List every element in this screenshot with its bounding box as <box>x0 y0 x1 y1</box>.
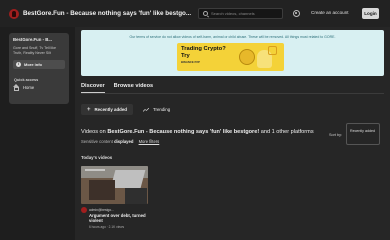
lock-icon <box>268 46 277 55</box>
sidebar-item-home[interactable]: Home <box>13 83 35 91</box>
tab-browse-videos[interactable]: Browse videos <box>114 83 153 93</box>
video-title[interactable]: Argument over debt, turned violent <box>89 213 148 223</box>
sort-select[interactable]: Recently added <box>346 123 380 145</box>
trending-icon <box>143 107 149 112</box>
more-filters-link[interactable]: More filters <box>139 139 160 144</box>
channel-card-description: Gore and Snuff, Tv Tell like Truth, Real… <box>13 46 56 55</box>
avatar[interactable] <box>81 207 87 213</box>
search-box[interactable] <box>198 8 283 19</box>
top-header: BestGore.Fun - Because nothing says 'fun… <box>0 0 390 27</box>
coin-icon <box>239 49 255 65</box>
notice-banner: Our terms of service do not allow videos… <box>81 30 384 76</box>
plus-icon: + <box>87 106 91 113</box>
sidebar: BestGore.Fun - B... Gore and Snuff, Tv T… <box>0 27 75 240</box>
today-section-title: Today's videos <box>81 155 113 160</box>
more-info-button[interactable]: i More info <box>13 60 65 69</box>
video-channel-name[interactable]: admin@bestgo... <box>89 208 148 212</box>
video-stats: 6 hours ago · 2.1K views <box>89 225 125 229</box>
channel-logo-icon[interactable] <box>9 8 19 19</box>
video-thumbnail[interactable] <box>81 166 148 204</box>
banner-notice: Our terms of service do not allow videos… <box>129 35 336 39</box>
quick-access-heading: Quick access <box>14 78 39 82</box>
sensitive-content-status: Sensitive content displayed More filters <box>81 139 160 144</box>
ad-brand: BINANCE P2P <box>181 60 200 64</box>
video-card[interactable]: admin@bestgo... Argument over debt, turn… <box>81 166 148 229</box>
advertisement[interactable]: Trading Crypto? Try BINANCE P2P <box>177 43 284 71</box>
videos-heading: Videos on BestGore.Fun - Because nothing… <box>81 129 314 135</box>
tab-divider <box>81 93 384 94</box>
main-content: Our terms of service do not allow videos… <box>75 27 390 240</box>
channel-title[interactable]: BestGore.Fun - Because nothing says 'fun… <box>23 10 191 17</box>
ad-title: Trading Crypto? Try <box>181 46 226 59</box>
login-button[interactable]: Login <box>362 8 379 19</box>
trending-label: Trending <box>153 107 171 112</box>
more-info-label: More info <box>24 62 42 67</box>
channel-card-title: BestGore.Fun - B... <box>13 37 52 42</box>
recently-added-label: Recently added <box>94 107 127 112</box>
search-input[interactable] <box>211 11 281 16</box>
sort-label: Sort by: <box>329 133 343 137</box>
channel-card: BestGore.Fun - B... Gore and Snuff, Tv T… <box>9 33 69 104</box>
gear-icon[interactable] <box>293 10 300 17</box>
info-icon: i <box>16 62 21 67</box>
video-meta: admin@bestgo... Argument over debt, turn… <box>81 207 148 229</box>
home-icon <box>13 83 19 91</box>
search-icon[interactable] <box>203 11 208 16</box>
create-account-link[interactable]: Create an account <box>311 10 349 15</box>
heading-channel-link[interactable]: BestGore.Fun - Because nothing says 'fun… <box>107 129 259 135</box>
tab-discover[interactable]: Discover <box>81 83 105 93</box>
trending-button[interactable]: Trending <box>141 104 170 115</box>
recently-added-button[interactable]: + Recently added <box>81 104 133 115</box>
tab-bar: Discover Browse videos <box>81 83 162 93</box>
sidebar-item-label: Home <box>23 85 35 90</box>
